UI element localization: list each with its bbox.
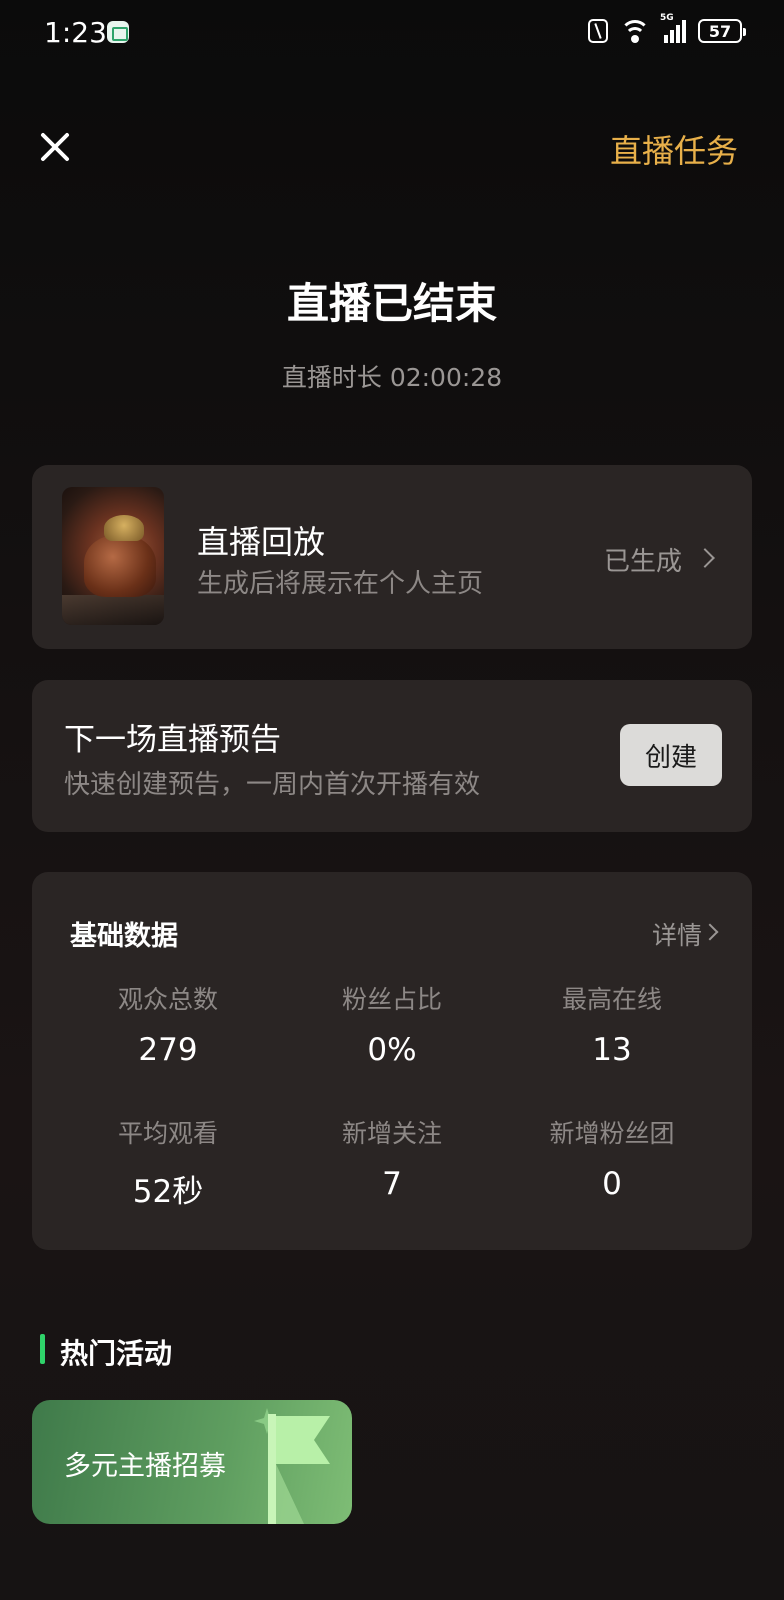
stat-value: 52秒	[132, 1174, 204, 1210]
status-bar: 1:23 5G 57	[0, 0, 784, 66]
status-icons: 5G 57	[588, 13, 746, 44]
battery-icon: 57	[698, 19, 746, 43]
stat-label: 观众总数	[117, 985, 218, 1014]
battery-level: 57	[708, 21, 732, 41]
data-detail-link[interactable]: 详情	[652, 916, 702, 952]
status-time: 1:23	[44, 16, 107, 49]
next-live-preview-card: 下一场直播预告 快速创建预告，一周内首次开播有效 创建	[32, 680, 752, 832]
live-duration: 直播时长 02:00:28	[281, 363, 503, 392]
stat-total-viewers: 观众总数 279	[58, 980, 278, 1068]
stat-label: 新增粉丝团	[549, 1119, 675, 1148]
stat-label: 最高在线	[561, 985, 662, 1014]
replay-thumbnail	[62, 487, 164, 625]
wifi-icon	[620, 18, 650, 44]
stat-label: 新增关注	[341, 1119, 442, 1148]
app-notification-icon	[107, 21, 129, 43]
flag-icon	[268, 1414, 330, 1524]
stat-value: 0%	[367, 1032, 417, 1068]
stat-label: 粉丝占比	[341, 985, 442, 1014]
stat-new-follows: 新增关注 7	[282, 1114, 502, 1202]
stat-peak-online: 最高在线 13	[502, 980, 722, 1068]
chevron-right-icon	[695, 548, 715, 568]
signal-icon: 5G	[660, 13, 686, 43]
page-title: 直播已结束	[286, 279, 497, 328]
stat-value: 279	[138, 1032, 198, 1068]
stat-avg-watch: 平均观看 52秒	[58, 1114, 278, 1211]
replay-subtitle: 生成后将展示在个人主页	[197, 569, 484, 599]
stat-label: 平均观看	[117, 1119, 218, 1148]
stat-value: 13	[592, 1032, 632, 1068]
preview-subtitle: 快速创建预告，一周内首次开播有效	[64, 770, 481, 800]
stat-value: 0	[602, 1166, 622, 1202]
network-type-label: 5G	[660, 13, 674, 23]
chevron-right-icon	[701, 923, 719, 941]
replay-card[interactable]: 直播回放 生成后将展示在个人主页 已生成	[32, 465, 752, 649]
stat-new-fan-club: 新增粉丝团 0	[502, 1114, 722, 1202]
replay-status: 已生成	[603, 547, 682, 577]
create-preview-button[interactable]: 创建	[620, 724, 722, 786]
basic-data-title: 基础数据	[70, 921, 178, 952]
stat-value: 7	[382, 1166, 402, 1202]
preview-title: 下一场直播预告	[64, 722, 281, 758]
stat-fan-ratio: 粉丝占比 0%	[282, 980, 502, 1068]
close-icon[interactable]	[38, 130, 72, 164]
activity-card[interactable]: 多元主播招募	[32, 1400, 352, 1524]
live-task-link[interactable]: 直播任务	[610, 126, 738, 172]
section-marker	[40, 1334, 45, 1364]
replay-title: 直播回放	[197, 523, 326, 561]
basic-data-card: 基础数据 详情 观众总数 279 粉丝占比 0% 最高在线 13 平均观看 52…	[32, 872, 752, 1250]
activity-label: 多元主播招募	[64, 1451, 226, 1482]
nfc-icon	[588, 19, 608, 43]
hot-activities-title: 热门活动	[60, 1337, 173, 1370]
